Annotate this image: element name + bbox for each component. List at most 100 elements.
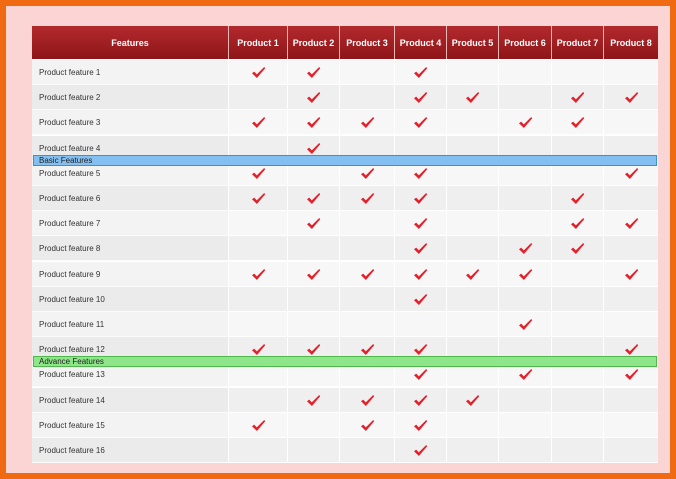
feature-label: Product feature 16	[32, 438, 229, 463]
advance-features-band: Advance Features	[33, 356, 657, 367]
red-checkmark-icon	[518, 319, 532, 330]
product-8-cell	[604, 262, 658, 287]
red-checkmark-icon	[251, 268, 265, 280]
product-2-cell	[288, 211, 340, 237]
product-3-cell	[340, 312, 395, 337]
red-checkmark-icon	[307, 268, 321, 280]
product-8-cell	[604, 312, 658, 337]
product-3-cell	[340, 261, 395, 287]
product-1-cell	[229, 85, 288, 111]
product-6-cell	[499, 412, 552, 438]
product-2-cell	[288, 110, 340, 136]
product-4-cell	[395, 236, 447, 262]
product-8-cell	[604, 287, 658, 312]
red-checkmark-icon	[307, 142, 321, 154]
red-checkmark-icon	[414, 243, 428, 255]
product-4-cell	[395, 312, 447, 337]
product-4-cell	[395, 110, 447, 136]
product-5-cell	[447, 60, 499, 85]
product-1-cell	[229, 412, 288, 438]
product-2-cell	[288, 85, 340, 111]
product-4-cell	[395, 412, 447, 438]
product-5-cell	[447, 211, 499, 237]
product-2-cell	[288, 261, 340, 287]
header-product-5: Product 5	[447, 26, 499, 59]
table-row: Product feature 11	[32, 312, 658, 337]
red-checkmark-icon	[414, 193, 428, 204]
red-checkmark-icon	[571, 92, 585, 104]
red-checkmark-icon	[624, 167, 638, 179]
product-3-cell	[340, 211, 395, 237]
product-8-cell	[604, 60, 658, 85]
product-7-cell	[552, 286, 604, 312]
red-checkmark-icon	[307, 193, 321, 204]
product-1-cell	[229, 186, 288, 211]
feature-label: Product feature 15	[32, 412, 229, 438]
product-5-cell	[447, 312, 499, 337]
red-checkmark-icon	[307, 394, 321, 406]
red-checkmark-icon	[414, 167, 428, 179]
red-checkmark-icon	[571, 117, 585, 129]
product-3-cell	[340, 85, 395, 111]
red-checkmark-icon	[624, 344, 638, 356]
feature-label: Product feature 2	[32, 85, 229, 111]
table-header: Features Product 1 Product 2 Product 3 P…	[32, 26, 658, 59]
product-6-cell	[499, 387, 552, 413]
product-3-cell	[340, 286, 395, 312]
product-3-cell	[340, 110, 395, 136]
red-checkmark-icon	[571, 243, 585, 255]
product-8-cell	[604, 211, 658, 236]
red-checkmark-icon	[414, 344, 428, 356]
product-2-cell	[288, 387, 340, 413]
feature-label: Product feature 3	[32, 110, 229, 136]
product-5-cell	[447, 387, 499, 413]
product-6-cell	[499, 286, 552, 312]
product-3-cell	[340, 236, 395, 262]
product-8-cell	[604, 438, 658, 463]
table-row: Product feature 8	[32, 236, 658, 262]
red-checkmark-icon	[414, 67, 428, 78]
header-product-8: Product 8	[610, 37, 652, 48]
product-1-cell	[229, 286, 288, 312]
product-6-cell	[499, 60, 552, 85]
product-6-cell	[499, 186, 552, 211]
feature-label: Product feature 6	[32, 186, 229, 211]
product-7-cell	[552, 60, 604, 85]
header-product-1: Product 1	[229, 26, 288, 59]
product-7-cell	[552, 85, 604, 111]
red-checkmark-icon	[414, 117, 428, 129]
product-7-cell	[552, 312, 604, 337]
red-checkmark-icon	[360, 167, 374, 179]
product-4-cell	[395, 387, 447, 413]
product-1-cell	[229, 236, 288, 262]
red-checkmark-icon	[307, 218, 321, 230]
red-checkmark-icon	[624, 268, 638, 280]
product-2-cell	[288, 236, 340, 262]
product-3-cell	[340, 60, 395, 85]
red-checkmark-icon	[251, 167, 265, 179]
product-8-cell	[604, 236, 658, 261]
product-1-cell	[229, 60, 288, 85]
product-7-cell	[552, 236, 604, 262]
header-product-6: Product 6	[499, 26, 552, 59]
product-2-cell	[288, 60, 340, 85]
product-1-cell	[229, 312, 288, 337]
product-6-cell	[499, 211, 552, 237]
header-product-4: Product 4	[395, 26, 447, 59]
product-5-cell	[447, 286, 499, 312]
red-checkmark-icon	[360, 117, 374, 129]
table-row: Product feature 16	[32, 438, 658, 463]
product-8-cell	[604, 388, 658, 413]
product-2-cell	[288, 412, 340, 438]
header-features: Features	[32, 26, 229, 59]
red-checkmark-icon	[624, 369, 638, 381]
red-checkmark-icon	[360, 419, 374, 431]
table-row: Product feature 9	[32, 261, 658, 287]
product-5-cell	[447, 438, 499, 463]
red-checkmark-icon	[414, 445, 428, 456]
product-4-cell	[395, 438, 447, 463]
red-checkmark-icon	[466, 92, 480, 104]
red-checkmark-icon	[466, 268, 480, 280]
table-row: Product feature 10	[32, 286, 658, 312]
product-6-cell	[499, 85, 552, 111]
